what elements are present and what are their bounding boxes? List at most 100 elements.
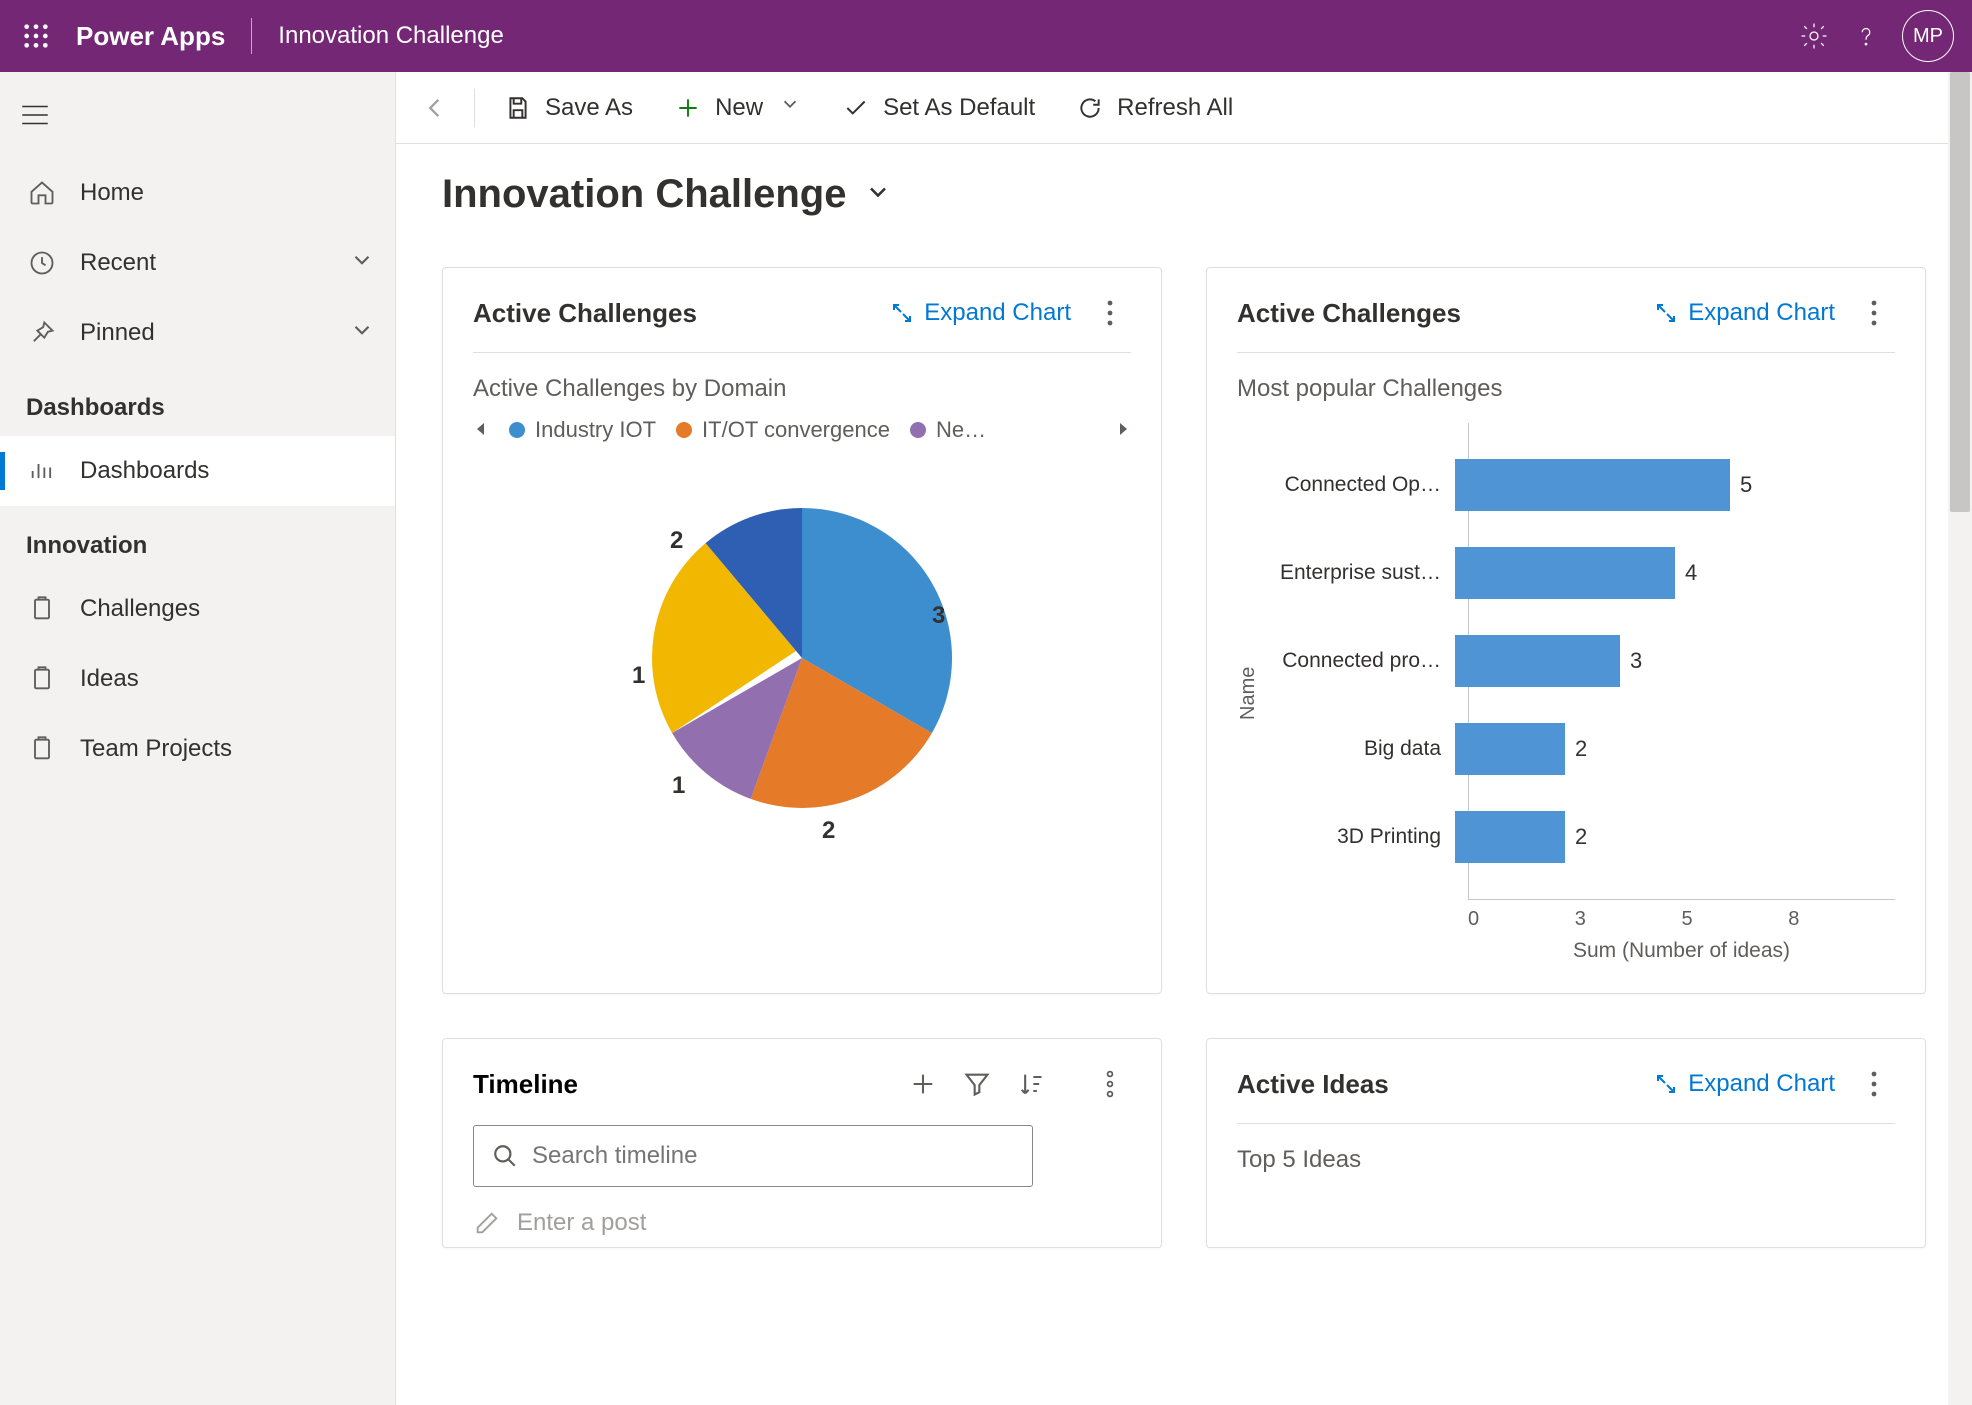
- panel-active-challenges-bar: Active Challenges Expand Chart Most popu…: [1206, 267, 1926, 994]
- search-icon: [492, 1143, 518, 1169]
- sort-icon[interactable]: [1017, 1070, 1045, 1098]
- sidebar-item-label: Team Projects: [80, 735, 232, 763]
- sidebar-item-ideas[interactable]: Ideas: [0, 644, 395, 714]
- cmd-label: New: [715, 94, 763, 122]
- content-area: Save As New Set As Default Refresh All I…: [396, 72, 1972, 1405]
- clipboard-icon: [26, 593, 58, 625]
- bar-value: 3: [1630, 648, 1642, 674]
- panel-active-ideas: Active Ideas Expand Chart Top 5 Ideas: [1206, 1038, 1926, 1248]
- bar-row: Big data 2: [1469, 705, 1895, 793]
- search-input[interactable]: [532, 1142, 1014, 1170]
- scrollbar[interactable]: [1948, 72, 1972, 1405]
- panel-active-challenges-pie: Active Challenges Expand Chart Active Ch…: [442, 267, 1162, 994]
- page-title: Innovation Challenge: [442, 172, 846, 217]
- bar-label: 3D Printing: [1265, 825, 1455, 849]
- sidebar-item-label: Challenges: [80, 595, 200, 623]
- home-icon: [26, 177, 58, 209]
- top-bar: Power Apps Innovation Challenge MP: [0, 0, 1972, 72]
- legend-item: Ne…: [936, 417, 986, 443]
- cmd-label: Refresh All: [1117, 94, 1233, 122]
- clipboard-icon: [26, 663, 58, 695]
- expand-chart-link[interactable]: Expand Chart: [1654, 1070, 1835, 1098]
- chart-subtitle: Top 5 Ideas: [1237, 1146, 1895, 1174]
- sidebar-item-label: Dashboards: [80, 457, 209, 485]
- cmd-label: Set As Default: [883, 94, 1035, 122]
- save-as-button[interactable]: Save As: [483, 78, 653, 138]
- bar-label: Connected pro…: [1265, 649, 1455, 673]
- bar-value: 2: [1575, 736, 1587, 762]
- pie-val: 1: [672, 772, 685, 799]
- check-icon: [841, 93, 871, 123]
- page-title-selector[interactable]: Innovation Challenge: [442, 172, 1926, 217]
- panel-title: Active Challenges: [473, 298, 697, 329]
- pie-chart[interactable]: 3 2 1 1 2: [473, 463, 1131, 843]
- more-icon[interactable]: [1089, 1063, 1131, 1105]
- sidebar-item-home[interactable]: Home: [0, 158, 395, 228]
- hamburger-icon[interactable]: [0, 80, 70, 150]
- legend-prev-icon[interactable]: [473, 417, 489, 443]
- bar-label: Big data: [1265, 737, 1455, 761]
- sidebar-item-recent[interactable]: Recent: [0, 228, 395, 298]
- filter-icon[interactable]: [963, 1070, 991, 1098]
- pie-legend: Industry IOT IT/OT convergence Ne…: [473, 417, 1131, 443]
- refresh-icon: [1075, 93, 1105, 123]
- save-icon: [503, 93, 533, 123]
- bar-value: 4: [1685, 560, 1697, 586]
- avatar[interactable]: MP: [1902, 10, 1954, 62]
- chart-subtitle: Most popular Challenges: [1237, 375, 1895, 403]
- legend-item: IT/OT convergence: [702, 417, 890, 443]
- sidebar-item-team-projects[interactable]: Team Projects: [0, 714, 395, 784]
- command-bar: Save As New Set As Default Refresh All: [396, 72, 1972, 144]
- panel-title: Active Challenges: [1237, 298, 1461, 329]
- bar-chart[interactable]: Name Connected Op… 5Enterprise sust… 4Co…: [1237, 423, 1895, 963]
- waffle-icon[interactable]: [18, 18, 54, 54]
- pencil-icon: [473, 1209, 501, 1237]
- panel-timeline: Timeline Enter a po: [442, 1038, 1162, 1248]
- expand-label: Expand Chart: [1688, 1070, 1835, 1098]
- plus-icon[interactable]: [909, 1070, 937, 1098]
- expand-chart-link[interactable]: Expand Chart: [1654, 299, 1835, 327]
- divider: [251, 18, 252, 54]
- panel-title: Timeline: [473, 1069, 578, 1100]
- section-innovation: Innovation: [0, 506, 395, 574]
- post-entry[interactable]: Enter a post: [473, 1209, 1131, 1237]
- legend-next-icon[interactable]: [1115, 417, 1131, 443]
- new-button[interactable]: New: [653, 78, 821, 138]
- back-button[interactable]: [406, 78, 466, 138]
- clock-icon: [26, 247, 58, 279]
- app-name: Innovation Challenge: [278, 22, 504, 50]
- more-icon[interactable]: [1853, 292, 1895, 334]
- timeline-search[interactable]: [473, 1125, 1033, 1187]
- sidebar-item-label: Home: [80, 179, 144, 207]
- bar-row: 3D Printing 2: [1469, 793, 1895, 881]
- chart-subtitle: Active Challenges by Domain: [473, 375, 1131, 403]
- sidebar-item-dashboards[interactable]: Dashboards: [0, 436, 395, 506]
- pin-icon: [26, 317, 58, 349]
- sidebar-item-label: Ideas: [80, 665, 139, 693]
- chevron-down-icon: [779, 93, 801, 122]
- brand-label: Power Apps: [76, 21, 225, 52]
- dashboard-icon: [26, 455, 58, 487]
- more-icon[interactable]: [1089, 292, 1131, 334]
- sidebar-item-pinned[interactable]: Pinned: [0, 298, 395, 368]
- more-icon[interactable]: [1853, 1063, 1895, 1105]
- chevron-down-icon: [349, 317, 375, 350]
- expand-chart-link[interactable]: Expand Chart: [890, 299, 1071, 327]
- pie-val: 2: [822, 817, 835, 843]
- bar-label: Enterprise sust…: [1265, 561, 1455, 585]
- pie-val: 3: [932, 602, 945, 629]
- help-icon[interactable]: [1840, 10, 1892, 62]
- set-default-button[interactable]: Set As Default: [821, 78, 1055, 138]
- divider: [474, 89, 475, 127]
- section-dashboards: Dashboards: [0, 368, 395, 436]
- sidebar-item-label: Recent: [80, 249, 156, 277]
- bar-value: 5: [1740, 472, 1752, 498]
- expand-label: Expand Chart: [1688, 299, 1835, 327]
- bar-row: Connected Op… 5: [1469, 441, 1895, 529]
- bar-label: Connected Op…: [1265, 473, 1455, 497]
- clipboard-icon: [26, 733, 58, 765]
- sidebar-item-challenges[interactable]: Challenges: [0, 574, 395, 644]
- plus-icon: [673, 93, 703, 123]
- refresh-button[interactable]: Refresh All: [1055, 78, 1253, 138]
- gear-icon[interactable]: [1788, 10, 1840, 62]
